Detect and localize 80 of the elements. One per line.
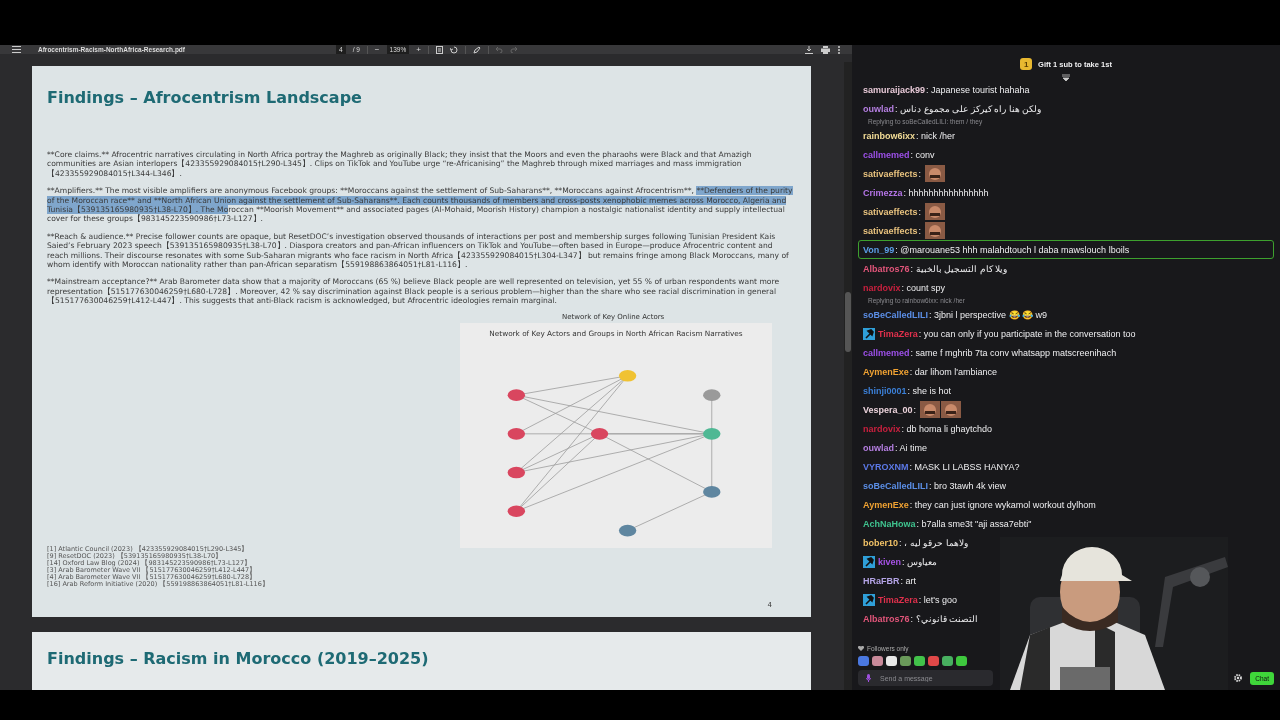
chat-username[interactable]: Von_99 (863, 244, 895, 255)
pen-icon[interactable] (472, 45, 481, 54)
emote-icon[interactable] (914, 656, 925, 666)
chat-username[interactable]: soBeCalledLILI (863, 480, 928, 491)
message-text: : you can only if you participate in the conversation too (918, 328, 1136, 339)
message-text: : bro 3tawh 4k view (929, 480, 1007, 491)
message-text: : nick /her (916, 130, 956, 141)
collapse-icon[interactable] (1062, 74, 1070, 81)
emote-icon[interactable] (900, 656, 911, 666)
chat-username[interactable]: ouwlad (863, 442, 894, 453)
chat-username[interactable]: callmemed (863, 149, 910, 160)
chat-username[interactable]: shinji0001 (863, 385, 907, 396)
message-text: : (913, 404, 917, 415)
chat-username[interactable]: soBeCalledLILI (863, 309, 928, 320)
chat-username[interactable]: ouwlad (863, 103, 894, 114)
message-text: : ويلا كام التسجيل بالخبية (910, 263, 1008, 274)
chat-username[interactable]: HRaFBR (863, 575, 900, 586)
chat-username[interactable]: Albatros76 (863, 263, 910, 274)
chat-username[interactable]: samuraijack99 (863, 84, 926, 95)
message-text: : dar lihom l'ambiance (909, 366, 997, 377)
message-text: : (918, 206, 922, 217)
message-text: : ، ولاهما حرقو ليه (899, 537, 968, 548)
message-text: : count spy (901, 282, 946, 293)
emote-icon[interactable] (956, 656, 967, 666)
menu-icon[interactable] (12, 46, 21, 53)
download-icon[interactable] (805, 45, 813, 54)
emote-icon[interactable] (872, 656, 883, 666)
emote-icon[interactable] (886, 656, 897, 666)
chat-username[interactable]: TimaZera (878, 328, 918, 339)
zoom-in-button[interactable]: + (416, 45, 421, 54)
heart-icon (858, 646, 864, 651)
message-text: : التصنت قانوني؟ (910, 613, 979, 624)
chat-username[interactable]: AchNaHowa (863, 518, 916, 529)
zoom-out-button[interactable]: − (374, 45, 380, 54)
chat-username[interactable]: kiven (878, 556, 901, 567)
chat-username[interactable]: sativaeffects (863, 206, 918, 217)
message-text: : conv (910, 149, 935, 160)
chat-username[interactable]: TimaZera (878, 594, 918, 605)
chat-username[interactable]: AymenExe (863, 499, 909, 510)
message-text: : Ai time (895, 442, 927, 453)
chat-username[interactable]: Crimezza (863, 187, 903, 198)
gift-badge: 1 (1020, 58, 1033, 70)
chat-username[interactable]: VYROXNM (863, 461, 909, 472)
slide-title: Findings – Racism in Morocco (2019–2025) (47, 649, 430, 668)
message-text: : (918, 225, 922, 236)
chat-username[interactable]: callmemed (863, 347, 910, 358)
emote-icon[interactable] (942, 656, 953, 666)
message-text: : معياوس (902, 556, 938, 567)
print-icon[interactable] (821, 45, 830, 54)
fit-page-icon[interactable] (435, 45, 443, 54)
message-text: : 3jbni l perspective 😂 😂 w9 (929, 309, 1048, 320)
message-text: : art (900, 575, 917, 586)
emote-icon (925, 165, 946, 182)
microphone-icon[interactable] (866, 674, 871, 682)
message-text: : same f mghrib 7ta conv whatsapp matscreenihach (910, 347, 1117, 358)
emote-icon (941, 401, 962, 418)
rotate-icon[interactable] (449, 45, 458, 54)
message-text: : ولكن هنا راه كيركز على مجموع دناس (895, 103, 1042, 114)
chat-username[interactable]: Albatros76 (863, 613, 910, 624)
message-text: : db homa li ghaytchdo (901, 423, 993, 434)
message-text: : she is hot (907, 385, 952, 396)
emote-icon (925, 203, 946, 220)
slide-title: Findings – Afrocentrism Landscape (47, 88, 363, 107)
chat-username[interactable]: AymenExe (863, 366, 909, 377)
message-text: : @marouane53 hhh malahdtouch l daba mawslouch lboils (895, 244, 1130, 255)
emote-icon (920, 401, 941, 418)
message-text: : (918, 168, 922, 179)
settings-icon[interactable] (1234, 674, 1243, 682)
chat-username[interactable]: sativaeffects (863, 225, 918, 236)
message-text: : hhhhhhhhhhhhhhhh (903, 187, 989, 198)
message-text: : Japanese tourist hahaha (926, 84, 1030, 95)
chat-username[interactable]: Vespera_00 (863, 404, 913, 415)
emote-icon (925, 222, 946, 239)
message-text: : let's goo (918, 594, 958, 605)
chat-username[interactable]: sativaeffects (863, 168, 918, 179)
message-text: : MASK LI LABSS HANYA? (909, 461, 1020, 472)
chat-username[interactable]: rainbow6ixx (863, 130, 916, 141)
chat-username[interactable]: bober10 (863, 537, 898, 548)
message-text: : b7alla sme3t "aji assa7ebti" (916, 518, 1032, 529)
message-text: : they can just ignore wykamol workout dylhom (909, 499, 1096, 510)
